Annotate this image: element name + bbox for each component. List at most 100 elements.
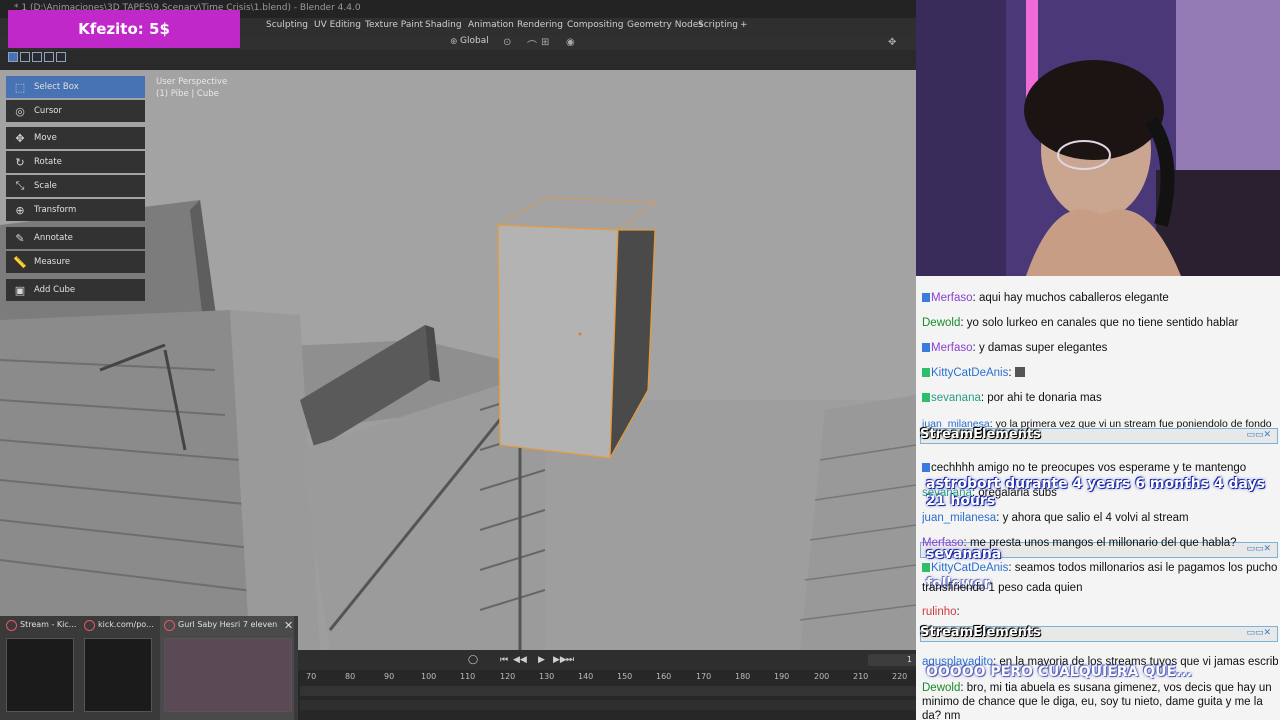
- tab-scripting[interactable]: Scripting: [698, 20, 738, 30]
- frame-tick: 180: [735, 672, 751, 681]
- chat-message: Dewold: yo solo lurkeo en canales que no…: [922, 317, 1239, 329]
- streamelements-title: StreamElements: [920, 427, 1041, 442]
- badge-icon: [922, 343, 930, 352]
- tab-shading[interactable]: Shading: [425, 20, 462, 30]
- chat-text: aqui hay muchos caballeros elegante: [978, 292, 1169, 304]
- close-icon[interactable]: ✕: [284, 619, 293, 632]
- chat-username[interactable]: sevanana: [922, 487, 972, 499]
- frame-tick: 220: [892, 672, 908, 681]
- proportional-edit-icon[interactable]: ◉: [566, 37, 575, 48]
- browser-icon: [164, 620, 175, 631]
- badge-icon: [922, 563, 930, 572]
- select-mode-extend-icon[interactable]: [20, 52, 30, 62]
- timeline-track[interactable]: [300, 686, 916, 696]
- chat-username[interactable]: Dewold: [922, 682, 960, 694]
- select-mode-invert-icon[interactable]: [44, 52, 54, 62]
- record-icon[interactable]: ◯: [468, 655, 478, 665]
- tool-cursor[interactable]: ◎ Cursor: [6, 100, 145, 122]
- chat-username[interactable]: Merfaso: [931, 342, 973, 354]
- select-mode-new-icon[interactable]: [8, 52, 18, 62]
- tab-texture-paint[interactable]: Texture Paint: [365, 20, 423, 30]
- tool-annotate[interactable]: ✎ Annotate: [6, 227, 145, 249]
- gizmo-icon[interactable]: ✥: [888, 37, 896, 48]
- donation-text: Kfezito: 5$: [78, 20, 170, 38]
- tool-select-box[interactable]: ⬚ Select Box: [6, 76, 145, 98]
- browser-icon: [6, 620, 17, 631]
- webcam-image: [916, 0, 1280, 276]
- chat-message: cechhhh amigo no te preocupes vos espera…: [922, 462, 1278, 474]
- taskbar-preview-item[interactable]: kick.com/po...: [82, 616, 154, 720]
- chat-text: y damas super elegantes: [978, 342, 1108, 354]
- chat-text: yo solo lurkeo en canales que no tiene s…: [966, 317, 1239, 329]
- frame-tick: 190: [774, 672, 790, 681]
- taskbar-preview-item-active[interactable]: Gurl Saby Hesri 7 eleven (...: [160, 616, 294, 720]
- frame-tick: 90: [384, 672, 395, 681]
- taskbar-preview-title: Gurl Saby Hesri 7 eleven (...: [178, 620, 278, 629]
- chat-message: rulinho:: [922, 606, 960, 618]
- chat-text: cechhhh amigo no te preocupes vos espera…: [931, 462, 1247, 474]
- perspective-label: User Perspective: [156, 77, 228, 87]
- chat-text: por ahi te donaria mas: [987, 392, 1102, 404]
- emote-icon: [1014, 367, 1025, 377]
- jump-end-icon[interactable]: ⏭: [566, 655, 574, 665]
- chat-message: Merfaso: y damas super elegantes: [922, 342, 1278, 354]
- scale-icon: ⤡: [15, 179, 25, 192]
- tab-uv-editing[interactable]: UV Editing: [314, 20, 361, 30]
- chat-username[interactable]: juan_milanesa: [922, 512, 996, 524]
- prev-keyframe-icon[interactable]: ◀◀: [513, 655, 527, 665]
- tab-animation[interactable]: Animation: [468, 20, 514, 30]
- taskbar-preview-title: kick.com/po...: [98, 620, 154, 629]
- streamelements-tts-alert: OOOOO PERO CUALQUIERA QUE...: [926, 664, 1193, 680]
- move-icon: ✥: [15, 131, 25, 145]
- taskbar-preview-popup: Stream - Kic... kick.com/po... Gurl Saby…: [0, 616, 298, 720]
- chat-username[interactable]: KittyCatDeAnis: [931, 367, 1008, 379]
- chat-message: transfiriendo 1 peso cada quien: [922, 582, 1278, 594]
- tool-add-cube[interactable]: ▣ Add Cube: [6, 279, 145, 301]
- tool-move[interactable]: ✥ Move: [6, 127, 145, 149]
- tool-scale[interactable]: ⤡ Scale: [6, 175, 145, 197]
- add-cube-icon: ▣: [14, 283, 26, 297]
- tab-geometry-nodes[interactable]: Geometry Nodes: [627, 20, 703, 30]
- chat-username[interactable]: rulinho: [922, 606, 957, 618]
- taskbar-preview-item[interactable]: Stream - Kic...: [4, 616, 76, 720]
- pivot-icon[interactable]: ⊙: [503, 37, 511, 48]
- browser-icon: [84, 620, 95, 631]
- current-frame-field[interactable]: 1: [868, 654, 916, 666]
- jump-start-icon[interactable]: ⏮: [500, 655, 508, 665]
- chat-message: sevanana: por ahi te donaria mas: [922, 392, 1278, 404]
- frame-tick: 130: [539, 672, 555, 681]
- tool-transform[interactable]: ⊕ Transform: [6, 199, 145, 221]
- chat-message: juan_milanesa: y ahora que salio el 4 vo…: [922, 512, 1189, 524]
- chat-username[interactable]: KittyCatDeAnis: [931, 562, 1008, 574]
- chat-message: Dewold: bro, mi tia abuela es susana gim…: [922, 682, 1272, 720]
- tab-compositing[interactable]: Compositing: [567, 20, 623, 30]
- streamelements-title: StreamElements: [920, 625, 1041, 640]
- orientation-icon: ⊕: [450, 37, 458, 47]
- window-controls-icon: ▭▭✕: [1246, 628, 1271, 638]
- select-mode-subtract-icon[interactable]: [32, 52, 42, 62]
- tab-sculpting[interactable]: Sculpting: [266, 20, 308, 30]
- chat-username[interactable]: Dewold: [922, 317, 960, 329]
- select-mode-intersect-icon[interactable]: [56, 52, 66, 62]
- transform-orientation-select[interactable]: Global: [460, 36, 489, 46]
- chat-username[interactable]: sevanana: [931, 392, 981, 404]
- next-keyframe-icon[interactable]: ▶▶: [553, 655, 567, 665]
- frame-tick: 140: [578, 672, 594, 681]
- cursor-icon: ◎: [15, 104, 25, 118]
- donation-alert: Kfezito: 5$: [8, 10, 240, 48]
- play-icon[interactable]: ▶: [538, 655, 545, 665]
- timeline-track-2[interactable]: [300, 700, 916, 710]
- frame-tick: 110: [460, 672, 476, 681]
- frame-tick: 70: [306, 672, 317, 681]
- snap-target-icon[interactable]: ⊞: [541, 37, 549, 48]
- rotate-icon: ↻: [15, 155, 25, 169]
- chat-panel: Merfaso: aqui hay muchos caballeros eleg…: [916, 276, 1280, 720]
- add-workspace-button[interactable]: +: [740, 20, 748, 30]
- tool-rotate[interactable]: ↻ Rotate: [6, 151, 145, 173]
- badge-icon: [922, 463, 930, 472]
- chat-username[interactable]: Merfaso: [931, 292, 973, 304]
- tab-rendering[interactable]: Rendering: [517, 20, 563, 30]
- taskbar-thumbnail: [84, 638, 152, 712]
- chat-message: Merfaso: aqui hay muchos caballeros eleg…: [922, 292, 1278, 304]
- tool-measure[interactable]: 📏 Measure: [6, 251, 145, 273]
